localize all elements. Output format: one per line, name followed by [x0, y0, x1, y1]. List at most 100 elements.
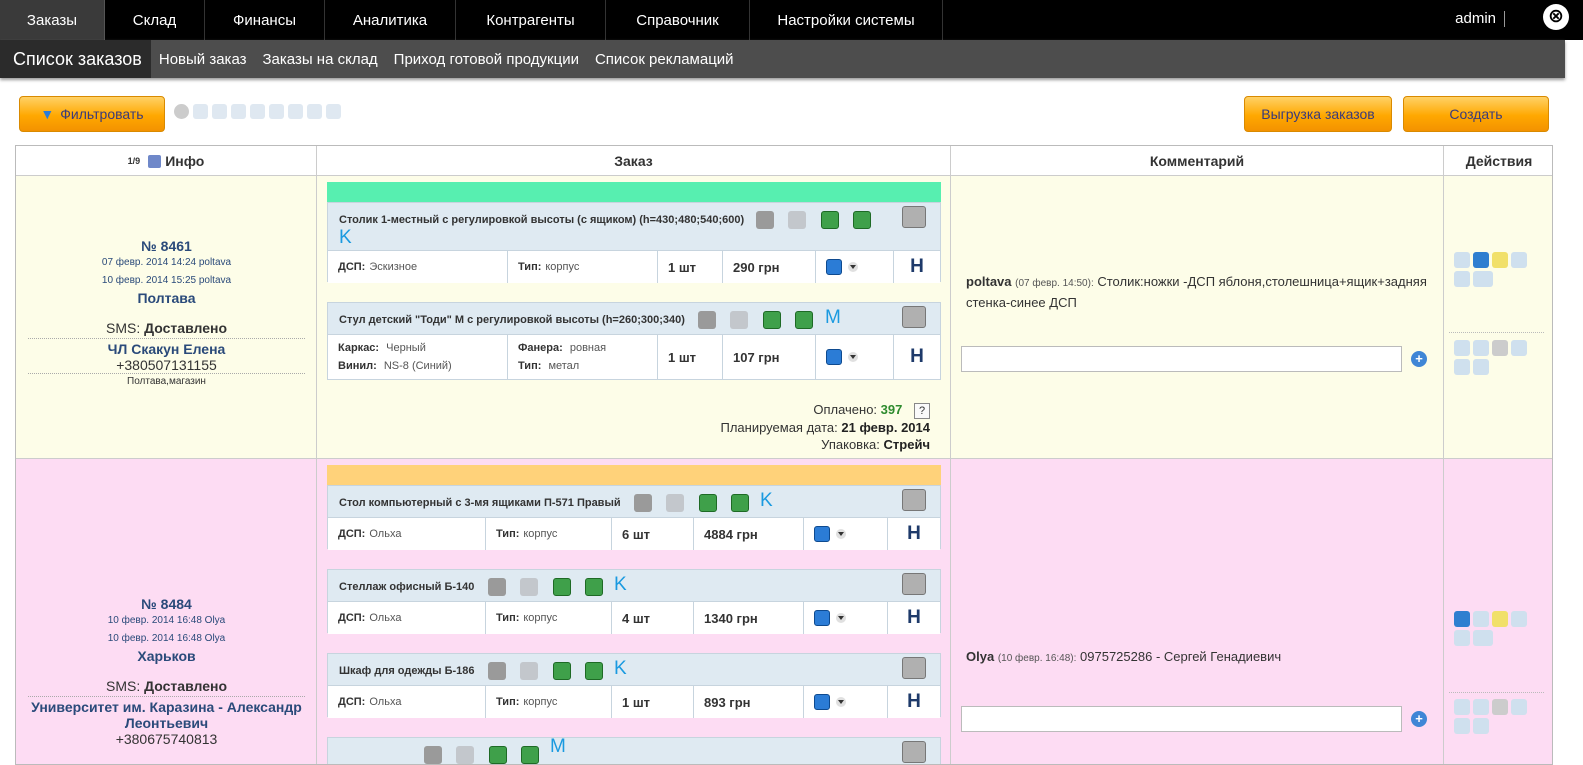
dropdown-arrow-icon[interactable] — [836, 613, 846, 623]
subnav-warehouse-orders[interactable]: Заказы на склад — [255, 40, 386, 78]
create-order-button[interactable]: Создать — [1403, 96, 1549, 132]
product-h-mark[interactable]: Н — [888, 518, 940, 550]
flag-icon[interactable] — [1492, 611, 1508, 627]
timer-icon[interactable] — [814, 694, 830, 710]
download-icon[interactable] — [634, 494, 652, 512]
subnav-new-order[interactable]: Новый заказ — [151, 40, 255, 78]
delete-icon[interactable] — [1473, 718, 1489, 734]
folder-icon[interactable] — [788, 211, 806, 229]
image-icon[interactable] — [902, 306, 926, 328]
folder-icon[interactable] — [520, 578, 538, 596]
order-number[interactable]: № 8461 — [16, 238, 317, 254]
product-h-mark[interactable]: Н — [888, 602, 940, 634]
truck-icon[interactable] — [307, 104, 322, 119]
image-icon[interactable] — [902, 741, 926, 763]
subnav-finished-goods[interactable]: Приход готовой продукции — [386, 40, 587, 78]
cart-icon[interactable] — [1454, 630, 1470, 646]
dropdown-arrow-icon[interactable] — [836, 697, 846, 707]
add-comment-icon[interactable]: + — [1411, 711, 1427, 727]
timer-icon[interactable] — [826, 349, 842, 365]
add-comment-icon[interactable]: + — [1411, 351, 1427, 367]
image-icon[interactable] — [902, 206, 926, 228]
subnav-order-list[interactable]: Список заказов — [0, 40, 151, 78]
excel-icon[interactable] — [699, 494, 717, 512]
order-number[interactable]: № 8484 — [16, 596, 317, 612]
clipboard-icon[interactable] — [1473, 699, 1489, 715]
dropdown-arrow-icon[interactable] — [848, 262, 858, 272]
current-user[interactable]: admin — [1455, 11, 1505, 27]
customer-name[interactable]: Университет им. Каразина - Александр Лео… — [28, 696, 305, 731]
paid-help-button[interactable]: ? — [914, 403, 930, 419]
customer-name[interactable]: ЧЛ Скакун Елена — [28, 338, 305, 357]
header-info[interactable]: 1/9 Инфо — [16, 146, 317, 176]
folder-icon[interactable] — [520, 662, 538, 680]
pencil-icon[interactable] — [1492, 699, 1508, 715]
product-h-mark[interactable]: Н — [894, 251, 940, 283]
excel-icon[interactable] — [489, 746, 507, 764]
excel-icon[interactable] — [795, 311, 813, 329]
clock-icon[interactable] — [1454, 611, 1470, 627]
download-icon[interactable] — [488, 662, 506, 680]
copy-icon[interactable] — [1511, 340, 1527, 356]
timer-icon[interactable] — [826, 259, 842, 275]
cart-icon[interactable] — [269, 104, 284, 119]
excel-icon[interactable] — [731, 494, 749, 512]
dropdown-arrow-icon[interactable] — [848, 352, 858, 362]
timer-icon[interactable] — [814, 610, 830, 626]
filter-button[interactable]: ▼ Фильтровать — [19, 96, 165, 132]
copy-icon[interactable] — [1511, 699, 1527, 715]
nav-analytics[interactable]: Аналитика — [325, 0, 456, 40]
comment-input[interactable] — [961, 346, 1402, 372]
nav-contractors[interactable]: Контрагенты — [456, 0, 606, 40]
folder-icon[interactable] — [730, 311, 748, 329]
excel-icon[interactable] — [553, 578, 571, 596]
excel-icon[interactable] — [763, 311, 781, 329]
subnav-complaints[interactable]: Список рекламаций — [587, 40, 742, 78]
gauge-icon[interactable] — [1511, 252, 1527, 268]
folder-icon[interactable] — [666, 494, 684, 512]
download-icon[interactable] — [698, 311, 716, 329]
folder-icon[interactable] — [456, 746, 474, 764]
wrench-icon[interactable] — [212, 104, 227, 119]
clear-icon[interactable] — [174, 104, 189, 119]
clock-icon[interactable] — [193, 104, 208, 119]
image-icon[interactable] — [902, 573, 926, 595]
excel-icon[interactable] — [521, 746, 539, 764]
image-icon[interactable] — [902, 657, 926, 679]
document-icon[interactable] — [288, 104, 303, 119]
clock-icon[interactable] — [1454, 252, 1470, 268]
timer-icon[interactable] — [814, 526, 830, 542]
nav-orders[interactable]: Заказы — [0, 0, 105, 40]
calendar-icon[interactable] — [148, 154, 162, 168]
product-h-mark[interactable]: Н — [888, 686, 940, 718]
truck-icon[interactable] — [1473, 271, 1493, 287]
nav-warehouse[interactable]: Склад — [105, 0, 205, 40]
nav-reference[interactable]: Справочник — [606, 0, 750, 40]
gauge-icon[interactable] — [1511, 611, 1527, 627]
close-icon[interactable]: ⊗ — [1543, 4, 1569, 30]
excel-icon[interactable] — [853, 211, 871, 229]
image-icon[interactable] — [902, 489, 926, 511]
download-icon[interactable] — [488, 578, 506, 596]
nav-system-settings[interactable]: Настройки системы — [750, 0, 943, 40]
message-icon[interactable] — [1454, 359, 1470, 375]
truck-icon[interactable] — [1473, 630, 1493, 646]
gauge-icon[interactable] — [250, 104, 265, 119]
excel-icon[interactable] — [585, 578, 603, 596]
sort-icon[interactable]: 1/9 — [128, 156, 141, 166]
product-h-mark[interactable]: Н — [894, 335, 940, 379]
flag-icon[interactable] — [231, 104, 246, 119]
excel-icon[interactable] — [553, 662, 571, 680]
clipboard-icon[interactable] — [1473, 340, 1489, 356]
export-orders-button[interactable]: Выгрузка заказов — [1244, 96, 1392, 132]
excel-icon[interactable] — [585, 662, 603, 680]
dollar-icon[interactable] — [1454, 340, 1470, 356]
wrench-icon[interactable] — [1473, 611, 1489, 627]
pencil-icon[interactable] — [1492, 340, 1508, 356]
flag-icon[interactable] — [1492, 252, 1508, 268]
comment-input[interactable] — [961, 706, 1402, 732]
nav-finance[interactable]: Финансы — [205, 0, 325, 40]
dropdown-arrow-icon[interactable] — [836, 529, 846, 539]
dollar-icon[interactable] — [1454, 699, 1470, 715]
page-icon[interactable] — [326, 104, 341, 119]
